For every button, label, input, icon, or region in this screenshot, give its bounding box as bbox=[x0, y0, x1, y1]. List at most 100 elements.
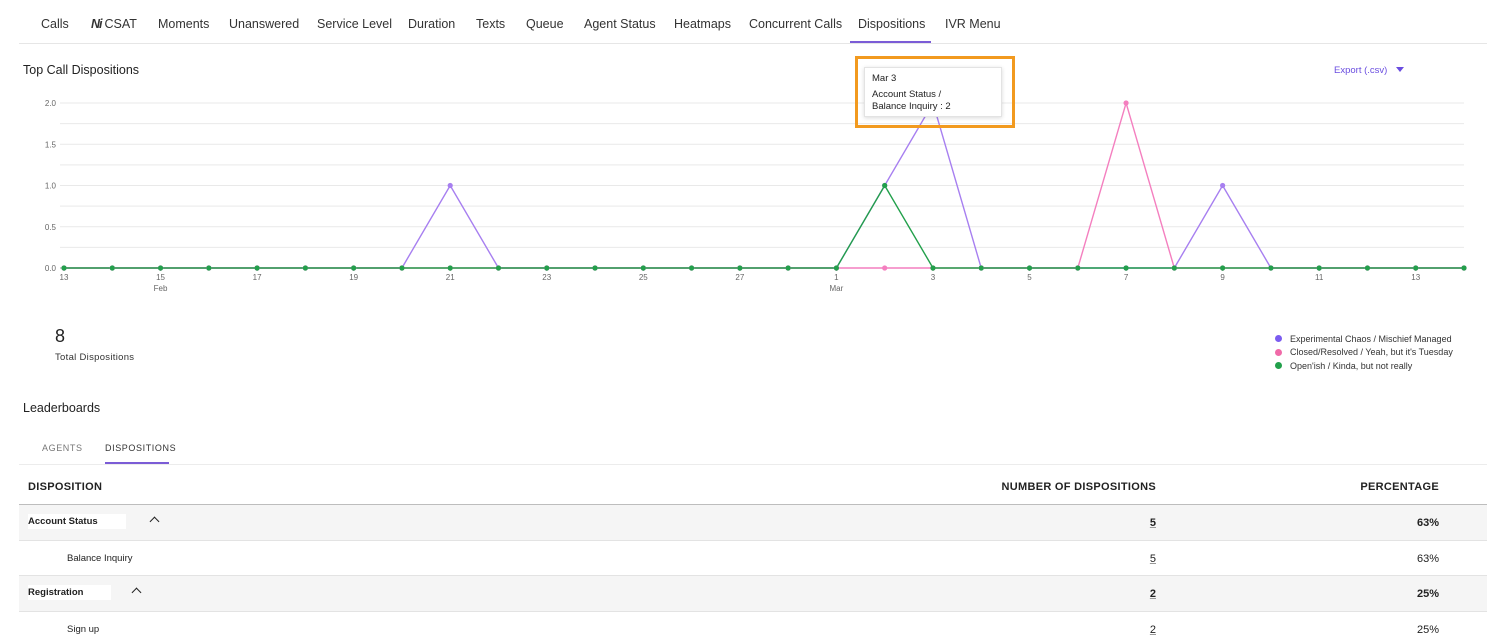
legend-item[interactable]: Open'ish / Kinda, but not really bbox=[1275, 359, 1453, 373]
disposition-count-link[interactable]: 5 bbox=[1150, 517, 1156, 529]
x-tick-label: 13 bbox=[1411, 273, 1420, 282]
legend-dot-icon bbox=[1275, 348, 1282, 356]
legend-item[interactable]: Experimental Chaos / Mischief Managed bbox=[1275, 332, 1453, 346]
data-point bbox=[351, 265, 357, 271]
x-tick-label: 3 bbox=[931, 273, 936, 282]
tab-heatmaps[interactable]: Heatmaps bbox=[674, 17, 731, 31]
x-axis-labels: 13 15 17 19 21 23 25 27 1 3 5 7 9 11 13Feb Mar bbox=[60, 273, 1421, 293]
tab-ivr-menu[interactable]: IVR Menu bbox=[945, 17, 1001, 31]
data-point bbox=[1123, 100, 1129, 106]
active-tab-indicator bbox=[850, 41, 931, 43]
data-point bbox=[1171, 265, 1177, 271]
group-name: Account Status bbox=[28, 514, 126, 529]
data-point bbox=[109, 265, 115, 271]
legend-dot-icon bbox=[1275, 335, 1282, 343]
x-tick-label: 7 bbox=[1124, 273, 1129, 282]
group-name: Registration bbox=[28, 585, 112, 600]
x-tick-label: 15 bbox=[156, 273, 165, 282]
x-tick-label: 9 bbox=[1220, 273, 1225, 282]
chart-legend: Experimental Chaos / Mischief Managed Cl… bbox=[1275, 332, 1453, 373]
disposition-percentage: 25% bbox=[1416, 588, 1439, 600]
tab-dispositions-leaderboard[interactable]: DISPOSITIONS bbox=[105, 443, 176, 453]
legend-label: Open'ish / Kinda, but not really bbox=[1290, 360, 1413, 371]
data-point bbox=[1123, 265, 1129, 271]
tab-service-level[interactable]: Service Level bbox=[317, 17, 392, 31]
tab-concurrent-calls[interactable]: Concurrent Calls bbox=[749, 17, 842, 31]
x-tick-label: 11 bbox=[1315, 273, 1324, 282]
column-header-disposition[interactable]: DISPOSITION bbox=[28, 481, 102, 493]
tab-agent-status[interactable]: Agent Status bbox=[584, 17, 656, 31]
legend-label: Experimental Chaos / Mischief Managed bbox=[1290, 333, 1452, 344]
data-point bbox=[399, 265, 405, 271]
data-point bbox=[882, 265, 888, 271]
chevron-up-icon[interactable] bbox=[131, 587, 142, 598]
x-tick-label: 21 bbox=[446, 273, 455, 282]
legend-dot-icon bbox=[1275, 362, 1282, 370]
top-nav-tabs: Calls Ni CSAT Moments Unanswered Service … bbox=[19, 0, 1487, 44]
leaderboards-title: Leaderboards bbox=[23, 401, 101, 415]
data-point bbox=[495, 265, 502, 271]
data-point bbox=[785, 265, 791, 271]
x-tick-label: 13 bbox=[60, 273, 69, 282]
data-point bbox=[1268, 265, 1274, 271]
data-point bbox=[1413, 265, 1419, 271]
x-tick-label: 19 bbox=[349, 273, 358, 282]
x-tick-label: 17 bbox=[253, 273, 262, 282]
x-tick-label: 23 bbox=[542, 273, 551, 282]
table-row: Sign up 2 25% bbox=[19, 612, 1487, 644]
data-point bbox=[157, 265, 164, 271]
legend-item[interactable]: Closed/Resolved / Yeah, but it's Tuesday bbox=[1275, 346, 1453, 360]
tab-dispositions[interactable]: Dispositions bbox=[858, 17, 925, 31]
disposition-count-link[interactable]: 2 bbox=[1150, 588, 1156, 600]
disposition-name: Sign up bbox=[67, 623, 100, 635]
x-tick-label: 27 bbox=[735, 273, 744, 282]
x-tick-label: 1 bbox=[834, 273, 839, 282]
data-point bbox=[1316, 265, 1322, 271]
chevron-up-icon[interactable] bbox=[149, 516, 160, 527]
dispositions-line-chart: 0.00.51.01.52.0 13 15 17 19 21 23 25 27 1 3 5 7 9 11 1… bbox=[45, 99, 1467, 293]
tab-csat-label: CSAT bbox=[104, 17, 137, 31]
data-point bbox=[1364, 265, 1371, 271]
y-tick-label: 2.0 bbox=[45, 99, 57, 108]
tab-texts[interactable]: Texts bbox=[476, 17, 505, 31]
table-row-group: Registration 2 25% bbox=[19, 576, 1487, 612]
column-header-percentage[interactable]: PERCENTAGE bbox=[1360, 481, 1439, 493]
tab-agents[interactable]: AGENTS bbox=[42, 443, 83, 453]
table-row: Balance Inquiry 5 63% bbox=[19, 541, 1487, 576]
tab-queue[interactable]: Queue bbox=[526, 17, 564, 31]
data-point bbox=[930, 265, 936, 271]
tab-calls[interactable]: Calls bbox=[41, 17, 69, 31]
disposition-percentage: 63% bbox=[1416, 552, 1439, 565]
data-point bbox=[688, 265, 695, 271]
total-dispositions-value: 8 bbox=[55, 326, 66, 346]
column-header-count[interactable]: NUMBER OF DISPOSITIONS bbox=[1002, 481, 1157, 493]
chart-title: Top Call Dispositions bbox=[23, 63, 140, 77]
data-point bbox=[1075, 265, 1081, 271]
disposition-count-link[interactable]: 5 bbox=[1150, 553, 1156, 565]
total-dispositions-label: Total Dispositions bbox=[55, 352, 135, 363]
tab-duration[interactable]: Duration bbox=[408, 17, 455, 31]
disposition-percentage: 63% bbox=[1416, 517, 1439, 529]
active-leaderboard-tab-indicator bbox=[105, 462, 169, 464]
data-point bbox=[1220, 265, 1226, 271]
y-tick-label: 0.5 bbox=[45, 223, 57, 232]
data-point bbox=[254, 265, 260, 271]
tab-moments[interactable]: Moments bbox=[158, 17, 209, 31]
x-month-label: Feb bbox=[154, 284, 168, 293]
tab-csat[interactable]: Ni CSAT bbox=[91, 17, 137, 31]
y-tick-label: 0.0 bbox=[45, 264, 57, 273]
data-point bbox=[833, 265, 840, 271]
disposition-count-link[interactable]: 2 bbox=[1150, 624, 1156, 636]
export-csv-button[interactable]: Export (.csv) bbox=[1334, 65, 1405, 76]
tab-unanswered[interactable]: Unanswered bbox=[229, 17, 299, 31]
x-month-label: Mar bbox=[830, 284, 844, 293]
x-tick-label: 25 bbox=[639, 273, 648, 282]
y-tick-label: 1.0 bbox=[45, 182, 57, 191]
chart-grid bbox=[60, 102, 1464, 271]
disposition-percentage: 25% bbox=[1416, 623, 1439, 636]
caret-down-icon bbox=[1396, 67, 1405, 72]
legend-label: Closed/Resolved / Yeah, but it's Tuesday bbox=[1290, 347, 1453, 358]
disposition-name: Balance Inquiry bbox=[67, 552, 133, 564]
data-point bbox=[592, 265, 598, 271]
export-label: Export (.csv) bbox=[1334, 65, 1388, 76]
